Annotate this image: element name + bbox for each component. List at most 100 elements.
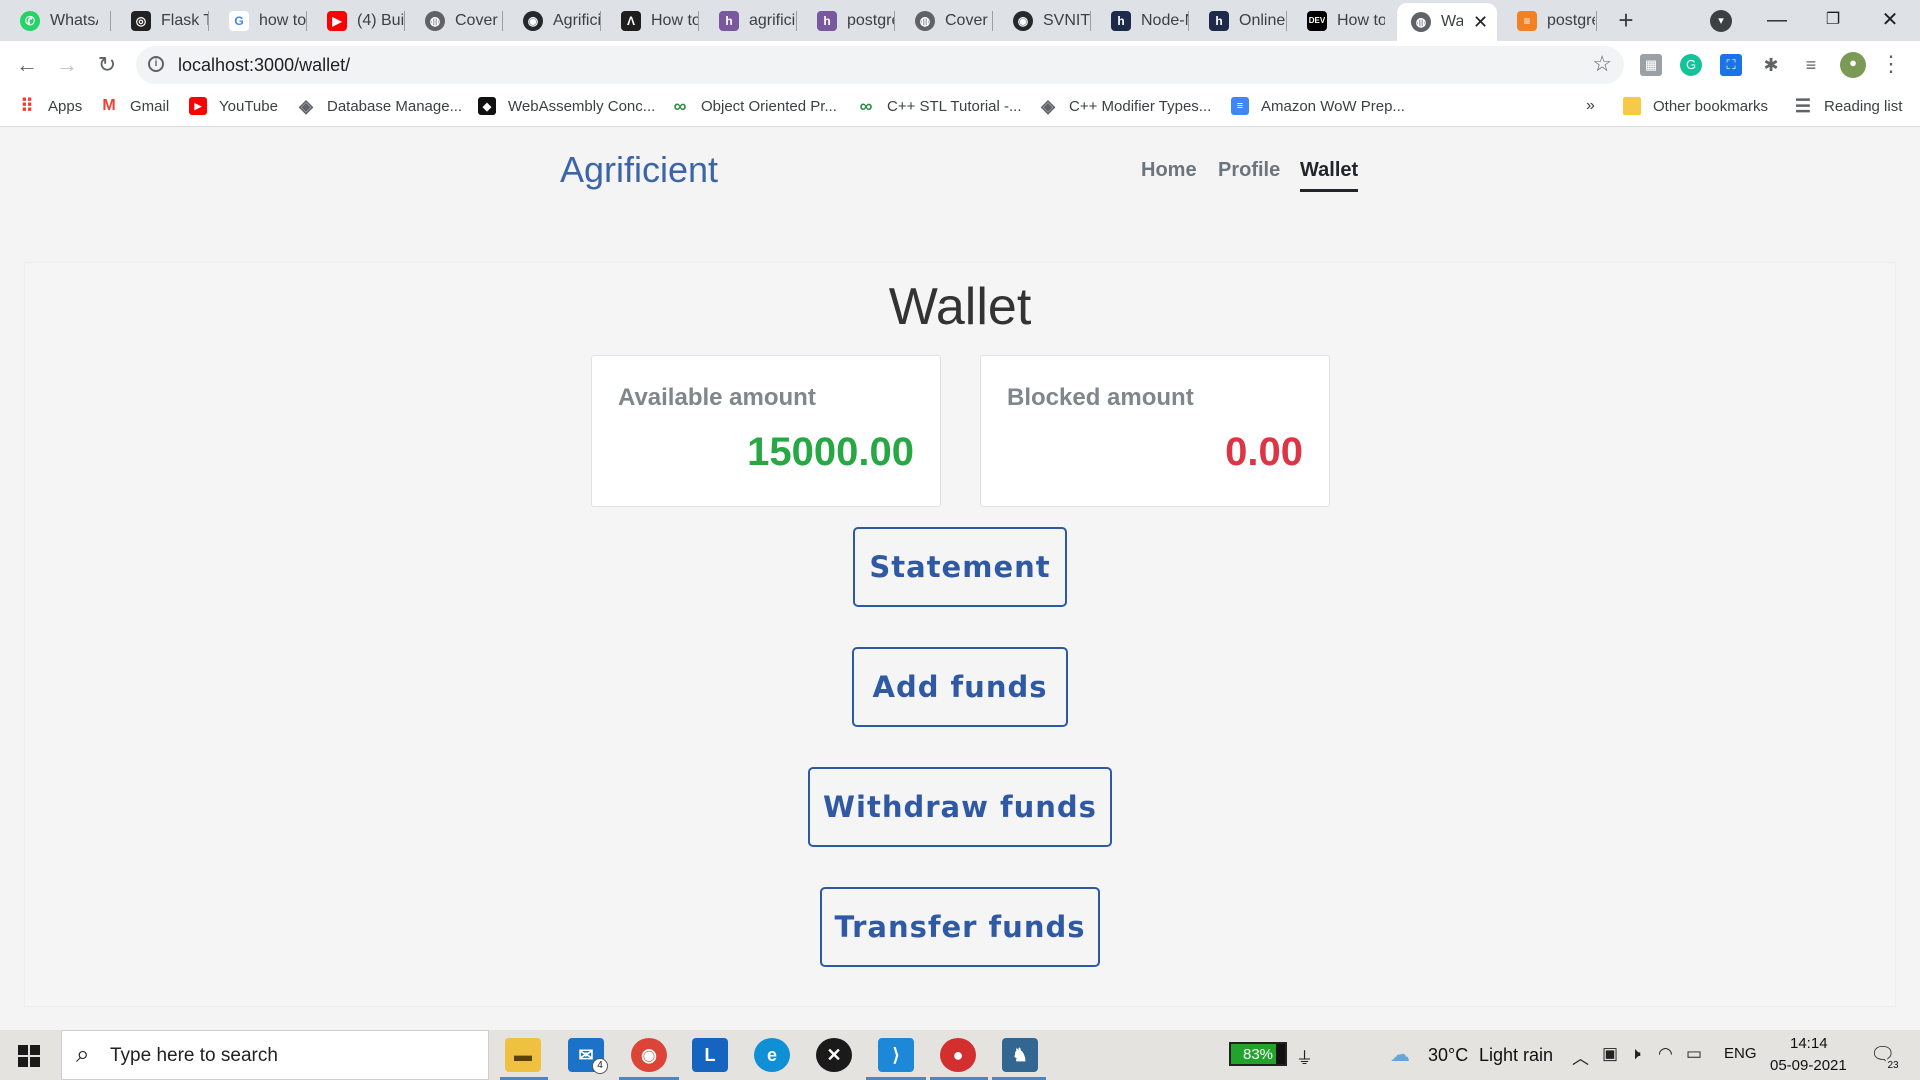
- mail-badge: 4: [592, 1058, 608, 1074]
- tab-cover-1[interactable]: ◍ Cover T: [405, 0, 503, 41]
- more-menu-icon[interactable]: ⋮: [1880, 53, 1902, 75]
- tab-hashnode-online[interactable]: h Online: [1189, 0, 1287, 41]
- edge-icon[interactable]: e: [754, 1038, 790, 1072]
- show-hidden-icons-chevron-icon[interactable]: ︿: [1572, 1044, 1589, 1069]
- camera-icon[interactable]: ▣: [1602, 1044, 1618, 1064]
- vscode-icon[interactable]: ⟩: [878, 1038, 914, 1072]
- back-arrow-icon[interactable]: ←: [12, 50, 42, 80]
- tab-stackoverflow-postgres[interactable]: ≡ postgres: [1497, 0, 1597, 41]
- close-window-icon[interactable]: ✕: [1870, 2, 1910, 38]
- site-info-icon[interactable]: i: [148, 56, 164, 72]
- nav-home[interactable]: Home: [1141, 159, 1197, 182]
- weather-temperature[interactable]: 30°C: [1428, 1045, 1468, 1066]
- volume-muted-icon[interactable]: 🕨: [1630, 1044, 1641, 1064]
- tab-flask[interactable]: ◎ Flask Tutorial: [111, 0, 209, 41]
- tab-github-agrificient[interactable]: ◉ Agrificient: [503, 0, 601, 41]
- tab-heroku-postgres[interactable]: h postgres: [797, 0, 895, 41]
- tab-hashnode-node[interactable]: h Node-N: [1091, 0, 1189, 41]
- bookmark-gmail[interactable]: M Gmail: [100, 97, 169, 115]
- heroku-icon: h: [719, 10, 739, 31]
- gmail-icon: M: [102, 97, 116, 114]
- available-amount-value: 15000.00: [747, 430, 914, 474]
- transfer-funds-button[interactable]: Transfer funds: [820, 887, 1100, 967]
- geeksforgeeks-icon: ∞: [859, 95, 873, 116]
- extensions-puzzle-icon[interactable]: ✱: [1760, 54, 1782, 76]
- profile-avatar[interactable]: ●: [1840, 52, 1866, 78]
- github-icon: ◉: [1013, 10, 1033, 31]
- reading-list-button[interactable]: ☰ Reading list: [1794, 96, 1902, 116]
- extension-puzzle-grid-icon[interactable]: ▦: [1640, 54, 1662, 76]
- clock-time[interactable]: 14:14: [1790, 1035, 1828, 1052]
- media-queue-icon[interactable]: ≡: [1800, 54, 1822, 76]
- postgresql-icon[interactable]: ♞: [1002, 1038, 1038, 1072]
- bookmarks-overflow-icon[interactable]: »: [1586, 97, 1595, 115]
- bookmark-other-bookmarks[interactable]: Other bookmarks: [1623, 97, 1768, 115]
- file-explorer-icon[interactable]: ▬: [505, 1038, 541, 1072]
- forward-arrow-icon[interactable]: →: [52, 50, 82, 80]
- apps-grid-icon: ⠿: [20, 95, 34, 116]
- tab-dev-how-to[interactable]: DEV How to: [1287, 0, 1397, 41]
- withdraw-funds-button[interactable]: Withdraw funds: [808, 767, 1112, 847]
- new-tab-icon[interactable]: +: [1612, 6, 1640, 34]
- weather-description[interactable]: Light rain: [1479, 1045, 1553, 1066]
- bookmark-object-oriented[interactable]: ∞ Object Oriented Pr...: [671, 95, 837, 116]
- xbox-icon[interactable]: ✕: [816, 1038, 852, 1072]
- windows-start-icon[interactable]: [18, 1045, 40, 1067]
- bookmark-database-manage[interactable]: ◈ Database Manage...: [297, 96, 462, 116]
- notifications-count: 23: [1884, 1058, 1902, 1074]
- address-bar[interactable]: i localhost:3000/wallet/ ☆: [136, 46, 1624, 84]
- stackoverflow-icon: ≡: [1517, 10, 1537, 31]
- tab-whatsapp[interactable]: ✆ WhatsApp: [0, 0, 111, 41]
- hashnode-icon: h: [1111, 10, 1131, 31]
- bookmark-youtube[interactable]: ▶ YouTube: [189, 97, 278, 115]
- chrome-icon[interactable]: ◉: [631, 1038, 667, 1072]
- restore-icon[interactable]: ❐: [1813, 2, 1853, 38]
- reload-icon[interactable]: ↻: [92, 50, 122, 80]
- tab-cover-2[interactable]: ◍ Cover T: [895, 0, 993, 41]
- language-indicator[interactable]: ENG: [1724, 1045, 1757, 1062]
- clock-date[interactable]: 05-09-2021: [1770, 1057, 1847, 1074]
- blocked-amount-card: Blocked amount 0.00: [980, 355, 1330, 507]
- screen-recorder-icon[interactable]: ●: [940, 1038, 976, 1072]
- tab-heroku-agrificient[interactable]: h agrificient: [699, 0, 797, 41]
- docs-icon: ≡: [1231, 97, 1249, 115]
- browser-tab-strip: ✆ WhatsApp ◎ Flask Tutorial G how to ▶ (…: [0, 0, 1920, 41]
- tab-youtube[interactable]: ▶ (4) Build: [307, 0, 405, 41]
- minimize-icon[interactable]: —: [1757, 2, 1797, 38]
- nav-wallet[interactable]: Wallet: [1300, 159, 1359, 192]
- wallet-page: Agrificient Home Profile Wallet Wallet A…: [0, 127, 1920, 1030]
- launcher-l-icon[interactable]: L: [692, 1038, 728, 1072]
- tab-github-svnit[interactable]: ◉ SVNIT-: [993, 0, 1091, 41]
- nav-profile[interactable]: Profile: [1218, 159, 1280, 182]
- youtube-icon: ▶: [189, 97, 207, 115]
- brand-logo[interactable]: Agrificient: [560, 149, 718, 191]
- page-title: Wallet: [888, 278, 1032, 336]
- diamond-icon: ◈: [1041, 95, 1055, 116]
- statement-button[interactable]: Statement: [853, 527, 1067, 607]
- bookmark-webassembly[interactable]: ◆ WebAssembly Conc...: [478, 97, 655, 115]
- tab-search-icon[interactable]: ▾: [1710, 10, 1732, 32]
- tab-wallet-active[interactable]: ◍ Wallet ✕: [1397, 3, 1497, 41]
- grammarly-icon[interactable]: G: [1680, 54, 1702, 76]
- google-icon: G: [229, 10, 249, 31]
- weather-rain-icon[interactable]: ☁: [1390, 1042, 1410, 1067]
- bookmark-star-icon[interactable]: ☆: [1592, 51, 1612, 77]
- bookmark-amazon-wow[interactable]: ≡ Amazon WoW Prep...: [1231, 97, 1405, 115]
- battery-indicator[interactable]: 83%: [1229, 1042, 1287, 1066]
- url-text[interactable]: localhost:3000/wallet/: [178, 55, 350, 76]
- close-tab-icon[interactable]: ✕: [1473, 12, 1488, 33]
- add-funds-button[interactable]: Add funds: [852, 647, 1068, 727]
- screenshot-icon[interactable]: ⛶: [1720, 54, 1742, 76]
- taskbar-search-box[interactable]: ⌕ Type here to search: [61, 1030, 489, 1080]
- bookmark-cpp-modifier[interactable]: ◈ C++ Modifier Types...: [1039, 95, 1211, 116]
- bookmark-cpp-stl[interactable]: ∞ C++ STL Tutorial -...: [857, 95, 1022, 116]
- globe-icon: ◍: [1411, 12, 1431, 32]
- geeksforgeeks-icon: ∞: [673, 95, 687, 116]
- wifi-icon[interactable]: ◠: [1658, 1044, 1673, 1064]
- battery-tray-icon[interactable]: ▭: [1686, 1044, 1702, 1064]
- whatsapp-icon: ✆: [20, 10, 40, 31]
- bookmark-apps[interactable]: ⠿ Apps: [18, 95, 82, 116]
- tab-how-to-1[interactable]: Λ How to: [601, 0, 699, 41]
- blocked-amount-label: Blocked amount: [1007, 384, 1194, 411]
- tab-google-search[interactable]: G how to: [209, 0, 307, 41]
